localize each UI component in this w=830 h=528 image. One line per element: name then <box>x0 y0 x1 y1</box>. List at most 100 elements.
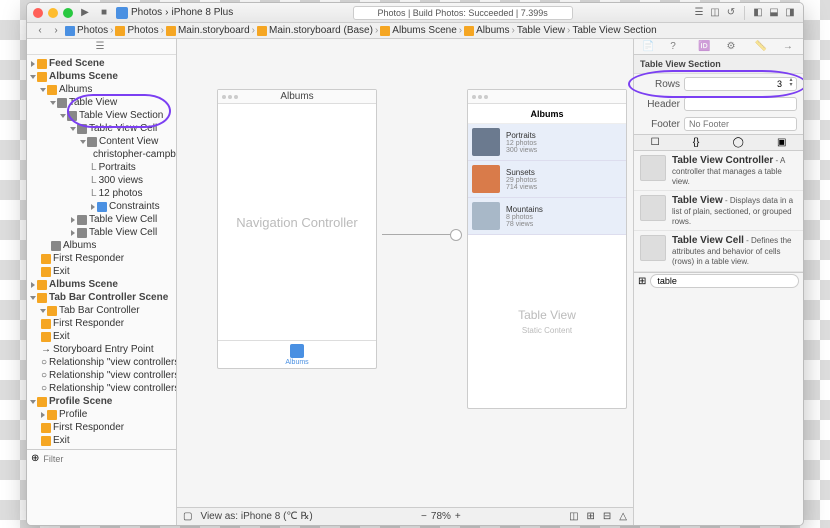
stepper-down[interactable]: ▾ <box>786 83 796 88</box>
path-seg[interactable]: Main.storyboard (Base) <box>269 25 373 36</box>
tree-row[interactable]: Albums <box>27 239 176 252</box>
jump-bar[interactable]: ‹ › Photos› Photos› Main.storyboard› Mai… <box>27 23 803 39</box>
tree-row[interactable]: Table View Section <box>27 109 176 122</box>
path-seg[interactable]: Main.storyboard <box>178 25 250 36</box>
path-seg[interactable]: Photos <box>77 25 108 36</box>
toggle-left-panel-button[interactable]: ◧ <box>751 6 765 20</box>
path-seg[interactable]: Photos <box>127 25 158 36</box>
library-item[interactable]: Table View - Displays data in a list of … <box>634 191 803 231</box>
table-row[interactable]: Portraits12 photos300 views <box>468 124 626 161</box>
tree-row[interactable]: Table View Cell <box>27 226 176 239</box>
interface-builder-canvas[interactable]: Albums Navigation Controller Albums <box>177 39 633 525</box>
editor-version-button[interactable]: ↺ <box>724 6 738 20</box>
header-input[interactable] <box>684 97 797 111</box>
tree-row[interactable]: →Storyboard Entry Point <box>27 343 176 356</box>
tree-row[interactable]: Feed Scene <box>27 57 176 70</box>
path-seg[interactable]: Albums <box>476 25 509 36</box>
tree-row[interactable]: First Responder <box>27 421 176 434</box>
navigation-controller-scene[interactable]: Albums Navigation Controller Albums <box>217 89 377 369</box>
tree-row[interactable]: Table View Cell <box>27 122 176 135</box>
pin-button[interactable]: ⊟ <box>603 511 611 522</box>
tree-row[interactable]: LPortraits <box>27 161 176 174</box>
media-library-tab[interactable]: ▣ <box>777 137 786 148</box>
back-button[interactable]: ‹ <box>33 24 47 38</box>
tree-row[interactable]: Table View Cell <box>27 213 176 226</box>
footer-input[interactable] <box>684 117 797 131</box>
path-seg[interactable]: Table View Section <box>572 25 656 36</box>
tree-row[interactable]: Albums <box>27 83 176 96</box>
embed-button[interactable]: ◫ <box>569 511 578 522</box>
folder-icon <box>115 26 125 36</box>
connections-inspector-tab[interactable]: → <box>783 41 795 53</box>
tree-row[interactable]: Content View <box>27 135 176 148</box>
toggle-right-panel-button[interactable]: ◨ <box>783 6 797 20</box>
tree-row[interactable]: Constraints <box>27 200 176 213</box>
tree-row[interactable]: Exit <box>27 265 176 278</box>
library-item[interactable]: Table View Controller - A controller tha… <box>634 151 803 191</box>
toggle-bottom-panel-button[interactable]: ⬓ <box>767 6 781 20</box>
album-title: Portraits <box>506 131 537 140</box>
document-outline[interactable]: Feed Scene Albums Scene Albums Table Vie… <box>27 55 176 449</box>
scheme-selector[interactable]: Photos › iPhone 8 Plus <box>116 7 233 19</box>
table-row[interactable]: Mountains8 photos78 views <box>468 198 626 235</box>
align-button[interactable]: ⊞ <box>587 511 595 522</box>
tree-row[interactable]: Exit <box>27 434 176 447</box>
editor-assistant-button[interactable]: ◫ <box>708 6 722 20</box>
run-button[interactable]: ▶ <box>78 6 92 20</box>
tree-row[interactable]: First Responder <box>27 252 176 265</box>
tree-row[interactable]: Exit <box>27 330 176 343</box>
tree-row[interactable]: Tab Bar Controller Scene <box>27 291 176 304</box>
toggle-outline-button[interactable]: ▢ <box>183 511 192 522</box>
library-tabs: ☐ {} ◯ ▣ <box>634 135 803 151</box>
zoom-out-button[interactable]: − <box>421 511 427 522</box>
tree-row[interactable]: Profile <box>27 408 176 421</box>
editor-standard-button[interactable]: ☰ <box>692 6 706 20</box>
tree-row[interactable]: Profile Scene <box>27 395 176 408</box>
grid-toggle[interactable]: ⊞ <box>638 276 646 287</box>
library-item[interactable]: Table View Cell - Defines the attributes… <box>634 231 803 271</box>
rows-input[interactable] <box>684 77 797 91</box>
help-inspector-tab[interactable]: ? <box>670 41 682 53</box>
segue[interactable] <box>382 229 462 239</box>
scene-header[interactable] <box>468 90 626 104</box>
file-inspector-tab[interactable]: 📄 <box>642 41 654 53</box>
tree-row[interactable]: Tab Bar Controller <box>27 304 176 317</box>
stop-button[interactable]: ■ <box>97 6 111 20</box>
table-view[interactable]: Portraits12 photos300 viewsSunsets29 pho… <box>468 124 626 235</box>
tree-row[interactable]: Table View <box>27 96 176 109</box>
path-seg[interactable]: Albums Scene <box>392 25 456 36</box>
library-filter-input[interactable] <box>650 274 799 288</box>
tree-row[interactable]: L300 views <box>27 174 176 187</box>
tree-row[interactable]: L12 photos <box>27 187 176 200</box>
tree-row[interactable]: ○Relationship "view controllers" to "... <box>27 369 176 382</box>
resolve-button[interactable]: △ <box>619 511 627 522</box>
titlebar: ▶ ■ Photos › iPhone 8 Plus Photos | Buil… <box>27 3 803 23</box>
tree-row[interactable]: christopher-campb... <box>27 148 176 161</box>
zoom-button[interactable] <box>63 8 73 18</box>
size-inspector-tab[interactable]: 📏 <box>755 41 767 53</box>
tree-row[interactable]: Albums Scene <box>27 278 176 291</box>
project-nav-tab[interactable]: ☰ <box>96 41 108 53</box>
tree-row[interactable]: ○Relationship "view controllers" to "... <box>27 382 176 395</box>
identity-inspector-tab[interactable]: 🆔 <box>698 41 710 53</box>
close-button[interactable] <box>33 8 43 18</box>
code-snippet-tab[interactable]: {} <box>693 137 700 148</box>
tree-row[interactable]: ○Relationship "view controllers" to "F..… <box>27 356 176 369</box>
file-template-tab[interactable]: ☐ <box>651 137 660 148</box>
albums-scene[interactable]: Albums Portraits12 photos300 viewsSunset… <box>467 89 627 409</box>
minimize-button[interactable] <box>48 8 58 18</box>
path-seg[interactable]: Table View <box>517 25 565 36</box>
zoom-in-button[interactable]: + <box>455 511 461 522</box>
object-library-tab[interactable]: ◯ <box>733 137 744 148</box>
attributes-inspector-tab[interactable]: ⚙ <box>727 41 739 53</box>
table-row[interactable]: Sunsets29 photos714 views <box>468 161 626 198</box>
filter-input[interactable] <box>43 454 172 464</box>
tree-row[interactable]: Albums Scene <box>27 70 176 83</box>
rows-field: Rows ▴▾ <box>634 74 803 94</box>
view-as-label[interactable]: View as: iPhone 8 (℃ ℞) <box>200 511 312 522</box>
tree-row[interactable]: First Responder <box>27 317 176 330</box>
scene-header[interactable]: Albums <box>218 90 376 104</box>
zoom-level[interactable]: 78% <box>431 511 451 522</box>
forward-button[interactable]: › <box>49 24 63 38</box>
tab-albums-icon <box>290 344 304 358</box>
